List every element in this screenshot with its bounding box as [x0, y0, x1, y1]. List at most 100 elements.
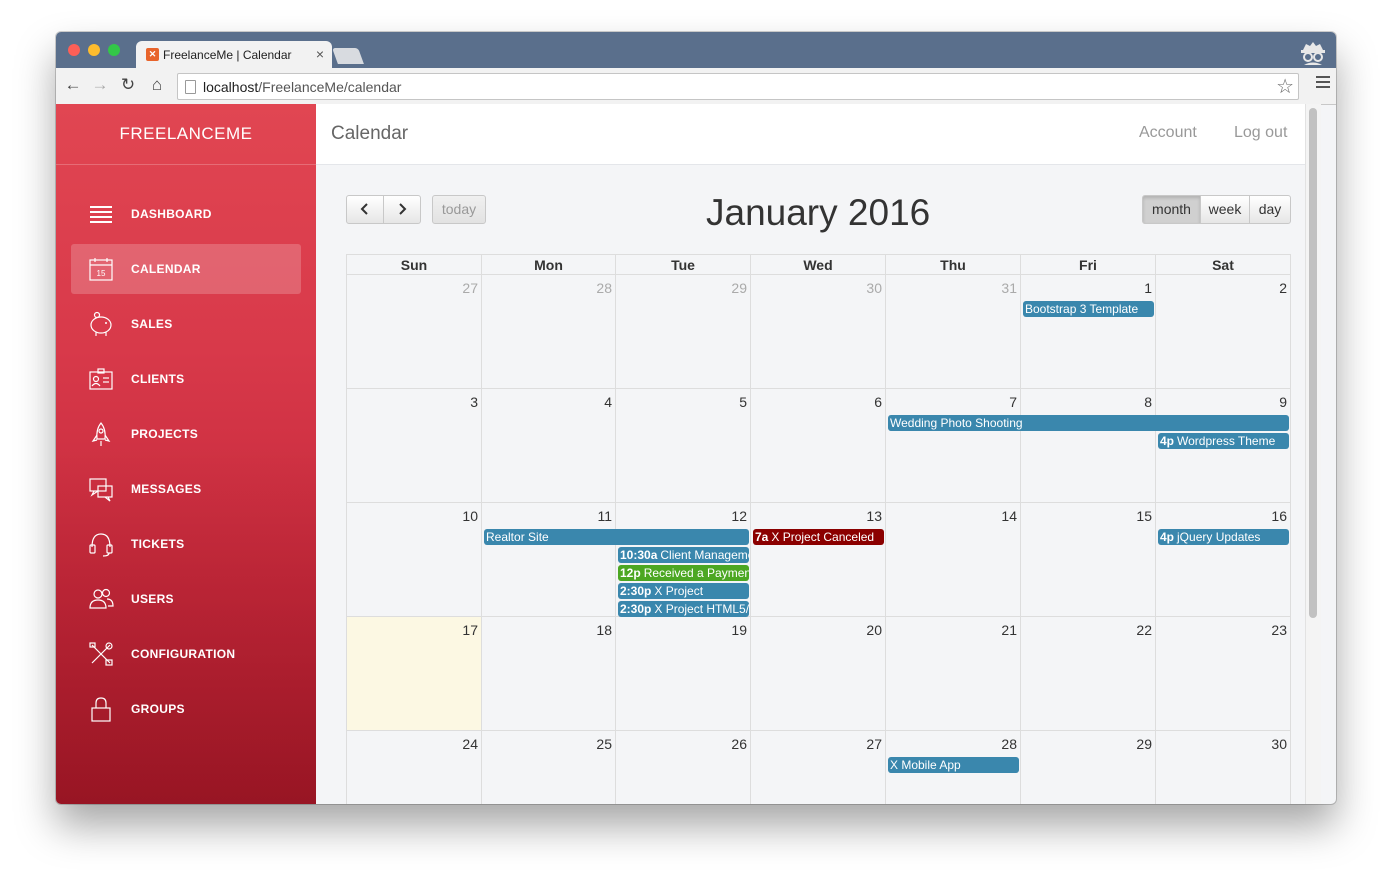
day-number[interactable]: 17 — [462, 622, 478, 638]
day-cell[interactable]: 19 — [616, 617, 751, 731]
day-cell-today[interactable]: 17 — [347, 617, 482, 731]
scrollbar[interactable] — [1305, 104, 1321, 804]
day-number[interactable]: 28 — [1001, 736, 1017, 752]
new-tab-button[interactable] — [332, 48, 364, 64]
day-number[interactable]: 13 — [866, 508, 882, 524]
close-window-button[interactable] — [68, 44, 80, 56]
sidebar-item-calendar[interactable]: 15 CALENDAR — [71, 244, 301, 294]
day-number[interactable]: 25 — [596, 736, 612, 752]
day-cell[interactable]: 4 — [482, 389, 616, 503]
calendar-event[interactable]: X Mobile App — [888, 757, 1019, 773]
sidebar-item-projects[interactable]: PROJECTS — [71, 409, 301, 459]
day-cell[interactable]: 24 — [347, 731, 482, 804]
brand-logo[interactable]: FREELANCEME — [56, 104, 316, 165]
day-cell[interactable]: 18 — [482, 617, 616, 731]
calendar-event[interactable]: Realtor Site — [484, 529, 749, 545]
day-view-button[interactable]: day — [1249, 195, 1291, 224]
day-cell[interactable]: 28 — [482, 275, 616, 389]
calendar-event[interactable]: 2:30p X Project — [618, 583, 749, 599]
calendar-event[interactable]: Wedding Photo Shooting — [888, 415, 1289, 431]
day-cell[interactable]: 20 — [751, 617, 886, 731]
day-number[interactable]: 6 — [874, 394, 882, 410]
day-number[interactable]: 26 — [731, 736, 747, 752]
day-number[interactable]: 19 — [731, 622, 747, 638]
day-number[interactable]: 3 — [470, 394, 478, 410]
maximize-window-button[interactable] — [108, 44, 120, 56]
day-cell[interactable]: 31 — [886, 275, 1021, 389]
day-number[interactable]: 28 — [596, 280, 612, 296]
day-cell[interactable]: 8 — [1021, 389, 1156, 503]
day-number[interactable]: 4 — [604, 394, 612, 410]
day-number[interactable]: 1 — [1144, 280, 1152, 296]
bookmark-star-icon[interactable]: ☆ — [1276, 74, 1294, 99]
minimize-window-button[interactable] — [88, 44, 100, 56]
day-number[interactable]: 2 — [1279, 280, 1287, 296]
sidebar-item-users[interactable]: USERS — [71, 574, 301, 624]
day-number[interactable]: 30 — [1271, 736, 1287, 752]
day-number[interactable]: 31 — [1001, 280, 1017, 296]
browser-menu-icon[interactable] — [1316, 76, 1330, 91]
forward-arrow-icon[interactable]: → — [89, 74, 111, 96]
day-cell[interactable]: 1 — [1021, 275, 1156, 389]
day-cell[interactable]: 29 — [616, 275, 751, 389]
calendar-event[interactable]: 4p jQuery Updates — [1158, 529, 1289, 545]
day-number[interactable]: 7 — [1009, 394, 1017, 410]
day-cell[interactable]: 14 — [886, 503, 1021, 617]
logout-link[interactable]: Log out — [1234, 124, 1287, 142]
day-cell[interactable]: 6 — [751, 389, 886, 503]
sidebar-item-groups[interactable]: GROUPS — [71, 684, 301, 734]
day-number[interactable]: 27 — [866, 736, 882, 752]
sidebar-item-messages[interactable]: MESSAGES — [71, 464, 301, 514]
day-cell[interactable]: 23 — [1156, 617, 1291, 731]
day-cell[interactable]: 22 — [1021, 617, 1156, 731]
next-month-button[interactable] — [383, 195, 421, 224]
day-number[interactable]: 27 — [462, 280, 478, 296]
day-number[interactable]: 16 — [1271, 508, 1287, 524]
day-cell[interactable]: 27 — [751, 731, 886, 804]
day-cell[interactable]: 25 — [482, 731, 616, 804]
address-bar[interactable]: localhost/FreelanceMe/calendar ☆ — [177, 73, 1299, 100]
day-number[interactable]: 11 — [597, 508, 612, 524]
day-number[interactable]: 21 — [1001, 622, 1017, 638]
day-cell[interactable]: 30 — [1156, 731, 1291, 804]
home-icon[interactable]: ⌂ — [146, 74, 168, 96]
day-number[interactable]: 18 — [596, 622, 612, 638]
day-cell[interactable]: 21 — [886, 617, 1021, 731]
day-cell[interactable]: 10 — [347, 503, 482, 617]
calendar-event[interactable]: 4p Wordpress Theme — [1158, 433, 1289, 449]
day-number[interactable]: 5 — [739, 394, 747, 410]
day-cell[interactable]: 3 — [347, 389, 482, 503]
today-button[interactable]: today — [432, 195, 486, 224]
day-number[interactable]: 9 — [1279, 394, 1287, 410]
day-number[interactable]: 12 — [731, 508, 747, 524]
day-cell[interactable]: 29 — [1021, 731, 1156, 804]
day-number[interactable]: 29 — [731, 280, 747, 296]
day-number[interactable]: 22 — [1136, 622, 1152, 638]
back-arrow-icon[interactable]: ← — [62, 74, 84, 96]
day-cell[interactable]: 30 — [751, 275, 886, 389]
sidebar-item-configuration[interactable]: CONFIGURATION — [71, 629, 301, 679]
scroll-thumb[interactable] — [1309, 108, 1317, 618]
day-number[interactable]: 15 — [1136, 508, 1152, 524]
day-cell[interactable]: 13 — [751, 503, 886, 617]
day-number[interactable]: 10 — [462, 508, 478, 524]
sidebar-item-clients[interactable]: CLIENTS — [71, 354, 301, 404]
calendar-event[interactable]: Bootstrap 3 Template — [1023, 301, 1154, 317]
week-view-button[interactable]: week — [1200, 195, 1250, 224]
day-number[interactable]: 29 — [1136, 736, 1152, 752]
tab-close-icon[interactable]: × — [316, 46, 324, 62]
account-link[interactable]: Account — [1139, 124, 1197, 142]
calendar-event[interactable]: 10:30aClient Management — [618, 547, 749, 563]
day-number[interactable]: 8 — [1144, 394, 1152, 410]
day-cell[interactable]: 15 — [1021, 503, 1156, 617]
prev-month-button[interactable] — [346, 195, 384, 224]
day-cell[interactable]: 27 — [347, 275, 482, 389]
day-number[interactable]: 20 — [866, 622, 882, 638]
sidebar-item-dashboard[interactable]: DASHBOARD — [71, 189, 301, 239]
browser-tab[interactable]: ✕ FreelanceMe | Calendar × — [136, 41, 332, 68]
calendar-event[interactable]: 7a X Project Canceled — [753, 529, 884, 545]
calendar-event[interactable]: 2:30pX Project HTML5/CSS3 — [618, 601, 749, 617]
day-number[interactable]: 23 — [1271, 622, 1287, 638]
day-number[interactable]: 30 — [866, 280, 882, 296]
calendar-event[interactable]: 12p Received a Payment — [618, 565, 749, 581]
